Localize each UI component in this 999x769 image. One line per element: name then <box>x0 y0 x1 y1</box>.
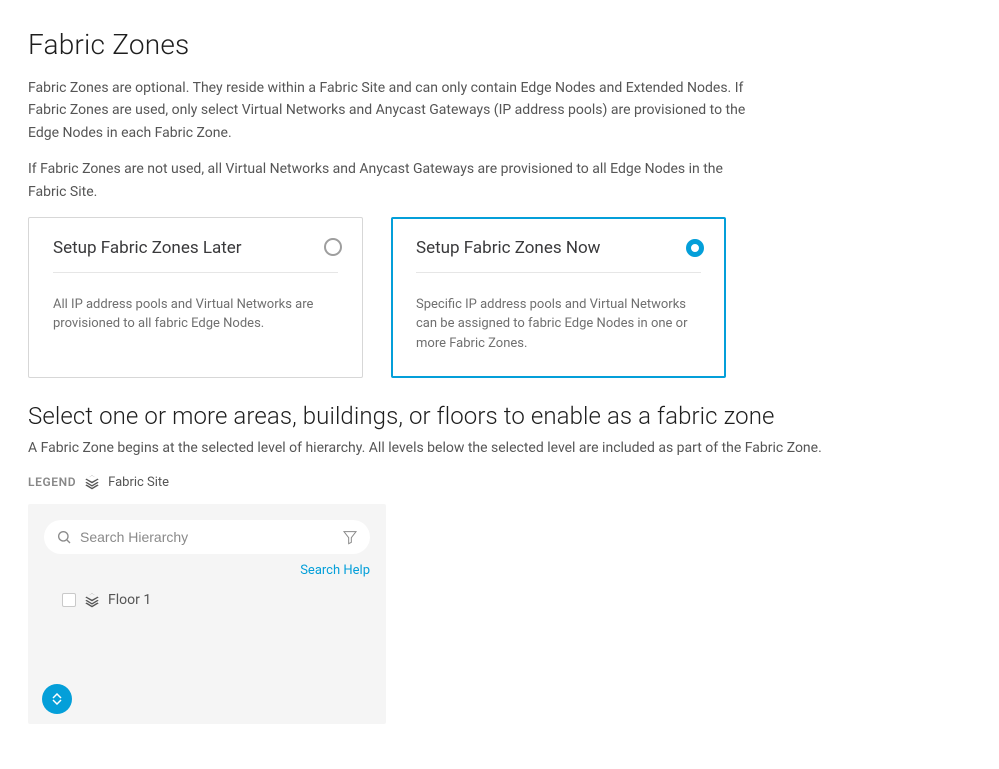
search-icon <box>56 529 72 545</box>
chevron-down-icon <box>52 699 62 705</box>
intro-paragraph-2: If Fabric Zones are not used, all Virtua… <box>28 158 758 203</box>
selection-subtext: A Fabric Zone begins at the selected lev… <box>28 440 971 456</box>
radio-selected-icon <box>686 239 704 257</box>
divider <box>416 272 701 273</box>
option-setup-now-title: Setup Fabric Zones Now <box>416 238 701 258</box>
intro-paragraph-1: Fabric Zones are optional. They reside w… <box>28 77 758 144</box>
tree-item-label: Floor 1 <box>108 592 151 608</box>
legend-label: LEGEND <box>28 475 76 489</box>
layers-icon <box>84 474 100 490</box>
scroll-vertical-button[interactable] <box>42 684 72 714</box>
search-input[interactable] <box>72 529 342 545</box>
search-field-wrap <box>44 520 370 554</box>
search-help-row: Search Help <box>44 562 370 578</box>
option-setup-later-card[interactable]: Setup Fabric Zones Later All IP address … <box>28 217 363 379</box>
legend-value: Fabric Site <box>108 475 169 490</box>
selection-heading: Select one or more areas, buildings, or … <box>28 402 971 430</box>
option-setup-later-title: Setup Fabric Zones Later <box>53 238 338 258</box>
divider <box>53 272 338 273</box>
layers-icon <box>84 592 100 608</box>
option-setup-now-desc: Specific IP address pools and Virtual Ne… <box>416 295 701 354</box>
tree-item[interactable]: Floor 1 <box>62 588 370 612</box>
option-setup-later-desc: All IP address pools and Virtual Network… <box>53 295 338 334</box>
legend-row: LEGEND Fabric Site <box>28 474 971 490</box>
zone-setup-options: Setup Fabric Zones Later All IP address … <box>28 217 971 379</box>
checkbox-unchecked-icon[interactable] <box>62 593 76 607</box>
option-setup-now-card[interactable]: Setup Fabric Zones Now Specific IP addre… <box>391 217 726 379</box>
search-help-link[interactable]: Search Help <box>300 563 370 578</box>
page-title: Fabric Zones <box>28 28 971 61</box>
radio-unselected-icon <box>324 238 342 256</box>
filter-icon[interactable] <box>342 529 358 545</box>
hierarchy-tree: Floor 1 <box>44 588 370 612</box>
hierarchy-panel: Search Help Floor 1 <box>28 504 386 724</box>
